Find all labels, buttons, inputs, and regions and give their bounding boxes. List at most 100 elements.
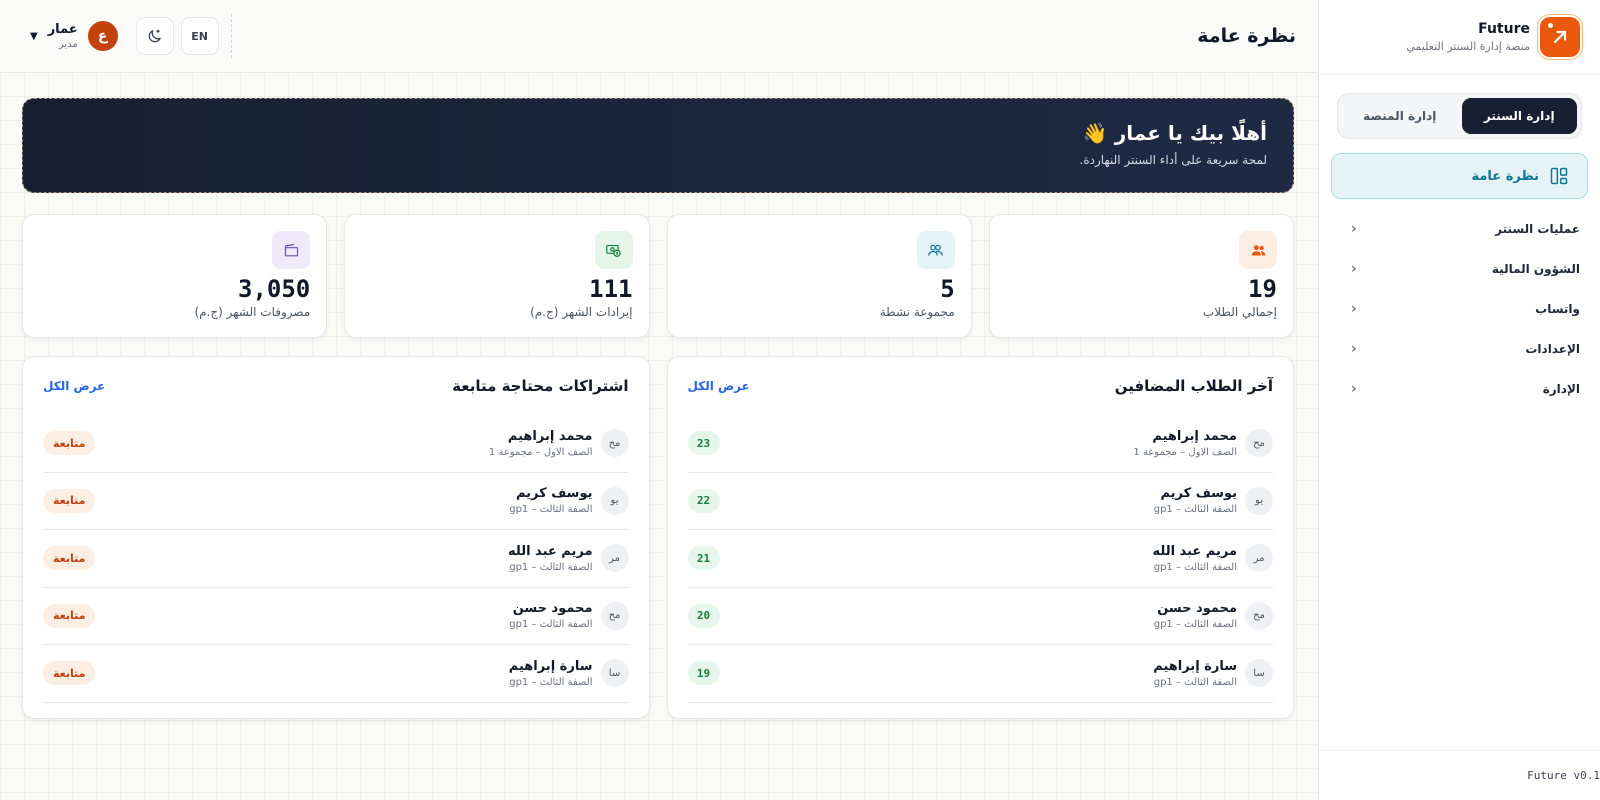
stat-label: مجموعة نشطة [879,305,955,319]
groups-icon [916,231,955,269]
sidebar: Future منصة إدارة السنتر التعليمي إدارة … [1318,0,1600,800]
list-item[interactable]: مح محمود حسن الصفة الثالث – gp1 20 [687,588,1273,645]
list-item[interactable]: مح محمد إبراهيم الصف الاول – مجموعة 1 متاب… [43,415,629,473]
view-all-students-link[interactable]: عرض الكل [688,379,750,393]
student-name: محمد إبراهيم [507,428,593,444]
avatar: ع [87,21,118,51]
header-divider [230,14,232,58]
followup-status-badge: متابعة [43,488,96,513]
wallet-icon [272,231,311,269]
users-icon [1239,231,1277,269]
list-item[interactable]: مح محمود حسن الصفة الثالث – gp1 متابعة [43,588,629,645]
stat-card-monthly-revenue: 111 إيرادات الشهر (ج.م) [344,214,650,338]
user-name: عمار [47,22,78,37]
student-initials: يو [1245,486,1273,515]
student-initials: يو [600,486,629,515]
sidebar-item-center-operations[interactable]: عمليات السنتر ‹ [1331,209,1588,249]
app-version: Future v0.1 [1319,750,1600,800]
followup-status-badge: متابعة [43,431,96,456]
student-class: الصف الاول – مجموعة 1 [1133,446,1237,458]
list-item[interactable]: سا سارة إبراهيم الصفة الثالث – gp1 19 [687,645,1273,703]
student-class: الصفة الثالث – gp1 [1153,676,1237,688]
chevron-left-icon: ‹ [1351,381,1357,397]
brand[interactable]: Future منصة إدارة السنتر التعليمي [1319,0,1600,75]
sidebar-item-label: الشؤون المالية [1491,262,1580,276]
moon-icon [148,28,161,42]
header-actions: ▼ عمار مدير ع EN [30,14,232,58]
sidebar-item-label: الإدارة [1542,382,1580,396]
student-class: الصف الاول – مجموعة 1 [488,446,593,458]
student-class: الصفة الثالث – gp1 [509,619,593,631]
student-name: يوسف كريم [1160,486,1237,502]
student-name: محمود حسن [1157,601,1237,617]
sidebar-item-whatsapp[interactable]: واتساب ‹ [1331,289,1588,329]
followup-status-badge: متابعة [43,546,96,571]
list-item[interactable]: سا سارة إبراهيم الصفة الثالث – gp1 متابعة [43,645,629,703]
view-all-subscriptions-link[interactable]: عرض الكل [43,379,105,393]
chevron-left-icon: ‹ [1351,221,1357,237]
sidebar-item-label: نظرة عامة [1471,168,1539,184]
student-initials: مح [1245,429,1273,458]
user-menu[interactable]: ▼ عمار مدير ع [30,21,118,51]
language-button[interactable]: EN [180,17,219,55]
student-name: مريم عبد الله [508,543,593,559]
student-name: مريم عبد الله [1152,543,1238,559]
stat-label: إيرادات الشهر (ج.م) [530,305,633,319]
student-initials: مر [600,544,629,573]
student-number-badge: 21 [687,546,720,571]
stat-value: 3,050 [238,275,311,303]
sidebar-item-finance[interactable]: الشؤون المالية ‹ [1331,249,1588,289]
panel-title: آخر الطلاب المضافين [1114,377,1273,395]
list-item[interactable]: مر مريم عبد الله الصفة الثالث – gp1 متابعة [43,530,629,588]
student-class: الصفة الثالث – gp1 [1153,504,1237,516]
stat-value: 111 [589,275,633,303]
student-name: محمد إبراهيم [1152,428,1237,444]
welcome-title: أهلًا بيك يا عمار 👋 [1082,121,1267,145]
workspace-switcher: إدارة السنتر إدارة المنصة [1337,93,1582,139]
stat-label: مصروفات الشهر (ج.م) [194,305,311,319]
followup-status-badge: متابعة [43,661,96,686]
list-item[interactable]: مر مريم عبد الله الصفة الثالث – gp1 21 [687,530,1273,588]
stat-value: 5 [940,275,955,303]
stats-row: 19 إجمالي الطلاب 5 مجموعة نشطة 111 إيراد… [22,214,1294,338]
brand-name: Future [1478,21,1530,37]
segment-center-management[interactable]: إدارة السنتر [1461,98,1577,134]
sidebar-item-label: عمليات السنتر [1495,222,1580,236]
sidebar-item-label: واتساب [1535,302,1580,316]
list-item[interactable]: مح محمد إبراهيم الصف الاول – مجموعة 1 23 [687,415,1273,473]
student-number-badge: 22 [687,488,720,513]
student-class: الصفة الثالث – gp1 [509,504,593,516]
student-number-badge: 23 [687,431,720,456]
student-class: الصفة الثالث – gp1 [1153,561,1237,573]
sidebar-nav: نظرة عامة عمليات السنتر ‹ الشؤون المالية… [1319,153,1600,409]
segment-platform-management[interactable]: إدارة المنصة [1342,98,1458,134]
theme-toggle-button[interactable] [135,17,174,55]
panel-title: اشتراكات محتاجة متابعة [452,377,629,395]
panels-row: آخر الطلاب المضافين عرض الكل مح محمد إبرا… [22,356,1294,719]
followup-subscriptions-panel: اشتراكات محتاجة متابعة عرض الكل مح محمد إ… [22,356,650,719]
brand-logo [1540,17,1580,57]
stat-card-active-groups: 5 مجموعة نشطة [666,214,972,338]
student-name: سارة إبراهيم [1153,658,1237,674]
student-name: محمود حسن [512,601,593,617]
student-class: الصفة الثالث – gp1 [509,561,593,573]
arrow-up-right-icon [1553,30,1567,44]
top-bar: نظرة عامة ▼ عمار مدير ع EN [0,0,1318,73]
stat-card-monthly-expenses: 3,050 مصروفات الشهر (ج.م) [22,214,328,338]
chevron-left-icon: ‹ [1351,341,1357,357]
list-item[interactable]: يو يوسف كريم الصفة الثالث – gp1 22 [687,473,1273,530]
chevron-left-icon: ‹ [1351,261,1357,277]
list-item[interactable]: يو يوسف كريم الصفة الثالث – gp1 متابعة [43,473,629,530]
student-name: سارة إبراهيم [508,658,593,674]
student-initials: سا [600,659,629,688]
student-initials: مح [1245,601,1273,630]
sidebar-item-label: الإعدادات [1525,342,1580,356]
sidebar-item-settings[interactable]: الإعدادات ‹ [1331,329,1588,369]
welcome-banner: أهلًا بيك يا عمار 👋 لمحة سريعة على أداء … [22,98,1294,193]
sidebar-item-overview[interactable]: نظرة عامة [1331,153,1588,199]
student-initials: مح [600,601,629,630]
welcome-subtitle: لمحة سريعة على أداء السنتر النهاردة. [1079,153,1267,167]
sidebar-item-administration[interactable]: الإدارة ‹ [1331,369,1588,409]
version-label: Future v0.1 [1527,769,1600,782]
brand-subtitle: منصة إدارة السنتر التعليمي [1406,40,1530,53]
